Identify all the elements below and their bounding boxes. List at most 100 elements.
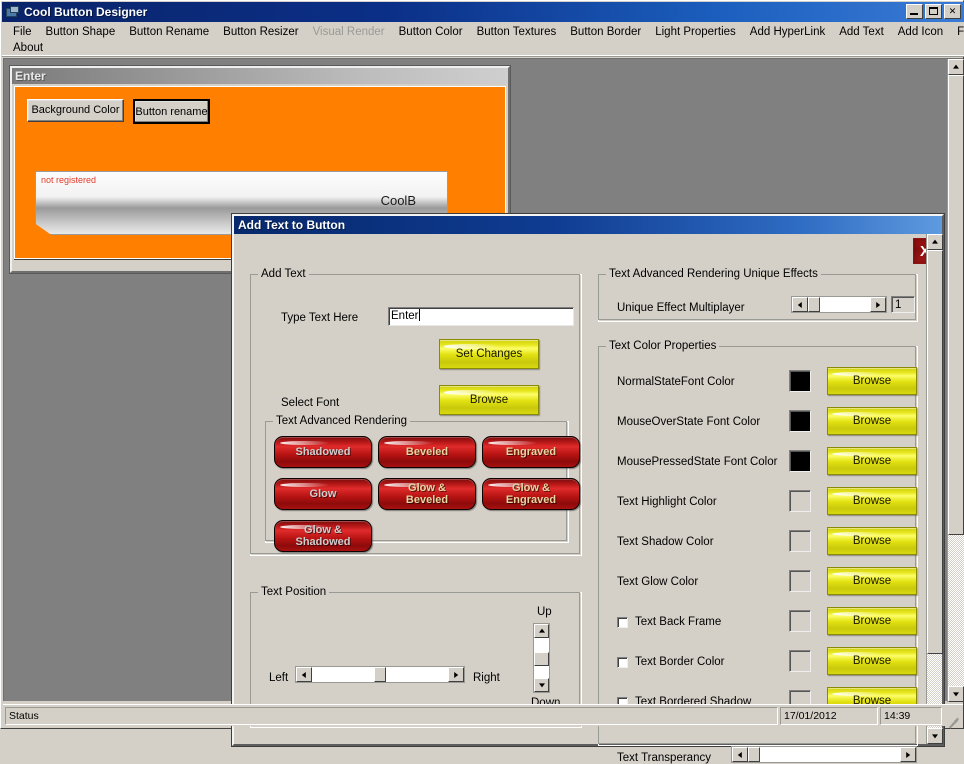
slider-left-arrow[interactable] <box>296 667 312 682</box>
effect-button-glow-beveled[interactable]: Glow & Beveled <box>378 478 476 510</box>
text-transparency-label: Text Transperancy <box>617 752 711 764</box>
mdi-scroll-thumb[interactable] <box>948 75 964 535</box>
browse-button-label: Browse <box>852 495 892 507</box>
text-position-left-label: Left <box>269 672 289 684</box>
effect-button-label: Glow <box>309 488 337 500</box>
resize-grip-icon[interactable] <box>945 708 961 729</box>
select-font-browse-button[interactable]: Browse <box>439 385 539 415</box>
color-swatch-text-shadow-color[interactable] <box>789 530 811 552</box>
menu-item-about[interactable]: About <box>6 41 50 55</box>
color-swatch-mousepressedstate-font-color[interactable] <box>789 450 811 472</box>
mdi-client-area: Enter Background Color Button rename not… <box>3 58 964 764</box>
type-text-here-label: Type Text Here <box>281 312 359 324</box>
menu-item-add-text[interactable]: Add Text <box>832 25 891 39</box>
browse-button-mousepressedstate-font-color[interactable]: Browse <box>827 447 917 475</box>
slider-up-arrow[interactable] <box>534 624 549 638</box>
label-mousepressedstate-font-color: MousePressedState Font Color <box>617 456 778 468</box>
slider-right-arrow[interactable] <box>448 667 464 682</box>
background-color-button[interactable]: Background Color <box>27 99 124 122</box>
browse-button-text-glow-color[interactable]: Browse <box>827 567 917 595</box>
label-normalstatefont-color: NormalStateFont Color <box>617 376 735 388</box>
dialog-vertical-scrollbar[interactable] <box>926 234 943 744</box>
maximize-button[interactable] <box>925 4 942 19</box>
browse-button-text-shadow-color[interactable]: Browse <box>827 527 917 555</box>
text-position-up-label: Up <box>537 606 552 618</box>
scroll-track[interactable] <box>927 250 943 728</box>
scroll-up-button[interactable] <box>927 234 943 250</box>
button-rename-button[interactable]: Button rename <box>133 99 210 124</box>
color-swatch-text-back-frame[interactable] <box>789 610 811 632</box>
menu-item-button-textures[interactable]: Button Textures <box>470 25 564 39</box>
label-text-back-frame: Text Back Frame <box>635 616 722 628</box>
text-transparency-slider[interactable] <box>731 746 917 763</box>
unique-effect-slider[interactable] <box>791 296 887 313</box>
effect-button-glow-shadowed[interactable]: Glow & Shadowed <box>274 520 372 552</box>
checkbox-text-border-color[interactable] <box>617 657 628 668</box>
menu-item-button-resizer[interactable]: Button Resizer <box>216 25 305 39</box>
menu-item-feedback[interactable]: Feedback <box>950 25 964 39</box>
browse-button-text-border-color[interactable]: Browse <box>827 647 917 675</box>
menu-item-button-shape[interactable]: Button Shape <box>39 25 123 39</box>
menu-item-button-border[interactable]: Button Border <box>563 25 648 39</box>
slider-track[interactable] <box>312 667 448 682</box>
scroll-thumb[interactable] <box>927 250 943 654</box>
label-text-highlight-color: Text Highlight Color <box>617 496 717 508</box>
color-swatch-normalstatefont-color[interactable] <box>789 370 811 392</box>
menu-item-add-hyperlink[interactable]: Add HyperLink <box>743 25 832 39</box>
slider-left-arrow[interactable] <box>732 747 748 762</box>
vertical-position-slider[interactable] <box>533 623 550 693</box>
mdi-scroll-down-button[interactable] <box>948 686 964 702</box>
slider-right-arrow[interactable] <box>870 297 886 312</box>
menu-separator <box>2 55 964 57</box>
unique-effect-value[interactable]: 1 <box>891 296 915 313</box>
close-icon: ✕ <box>948 6 957 16</box>
slider-thumb[interactable] <box>748 747 760 762</box>
slider-track[interactable] <box>748 747 900 762</box>
effect-button-label: Glow & Engraved <box>505 482 557 506</box>
browse-button-label: Browse <box>852 695 892 707</box>
slider-thumb[interactable] <box>374 667 386 682</box>
slider-thumb[interactable] <box>808 297 820 312</box>
browse-button-label: Browse <box>852 455 892 467</box>
menu-item-visual-render: Visual Render <box>312 26 385 38</box>
slider-left-arrow[interactable] <box>792 297 808 312</box>
browse-button-text-highlight-color[interactable]: Browse <box>827 487 917 515</box>
label-text-shadow-color: Text Shadow Color <box>617 536 714 548</box>
color-swatch-text-glow-color[interactable] <box>789 570 811 592</box>
horizontal-position-slider[interactable] <box>295 666 465 683</box>
close-button[interactable]: ✕ <box>944 4 961 19</box>
effect-button-glow[interactable]: Glow <box>274 478 372 510</box>
color-swatch-text-border-color[interactable] <box>789 650 811 672</box>
mdi-scroll-up-button[interactable] <box>948 59 964 75</box>
slider-track[interactable] <box>808 297 870 312</box>
set-changes-button[interactable]: Set Changes <box>439 339 539 369</box>
effect-button-glow-engraved[interactable]: Glow & Engraved <box>482 478 580 510</box>
menu-item-file[interactable]: File <box>6 25 39 39</box>
mdi-vertical-scrollbar[interactable] <box>947 59 964 702</box>
scroll-down-button[interactable] <box>927 728 943 744</box>
effect-button-shadowed[interactable]: Shadowed <box>274 436 372 468</box>
slider-thumb-vertical[interactable] <box>534 652 549 666</box>
slider-right-arrow[interactable] <box>900 747 916 762</box>
color-swatch-text-highlight-color[interactable] <box>789 490 811 512</box>
menu-item-button-rename[interactable]: Button Rename <box>122 25 216 39</box>
menu-item-button-color[interactable]: Button Color <box>392 25 470 39</box>
mdi-scroll-track[interactable] <box>948 75 964 686</box>
browse-button-label: Browse <box>852 535 892 547</box>
text-input[interactable]: Enter <box>388 307 574 326</box>
browse-button-text-back-frame[interactable]: Browse <box>827 607 917 635</box>
minimize-button[interactable] <box>906 4 923 19</box>
checkbox-text-back-frame[interactable] <box>617 617 628 628</box>
slider-down-arrow[interactable] <box>534 678 549 692</box>
status-bar: Status 17/01/2012 14:39 <box>3 704 963 729</box>
status-time: 14:39 <box>880 706 942 725</box>
browse-button-mouseoverstate-font-color[interactable]: Browse <box>827 407 917 435</box>
effect-button-engraved[interactable]: Engraved <box>482 436 580 468</box>
effect-button-beveled[interactable]: Beveled <box>378 436 476 468</box>
browse-button-label: Browse <box>852 415 892 427</box>
menu-item-add-icon[interactable]: Add Icon <box>891 25 950 39</box>
color-swatch-mouseoverstate-font-color[interactable] <box>789 410 811 432</box>
browse-button-normalstatefont-color[interactable]: Browse <box>827 367 917 395</box>
text-position-caption: Text Position <box>258 586 330 598</box>
menu-item-light-properties[interactable]: Light Properties <box>648 25 743 39</box>
